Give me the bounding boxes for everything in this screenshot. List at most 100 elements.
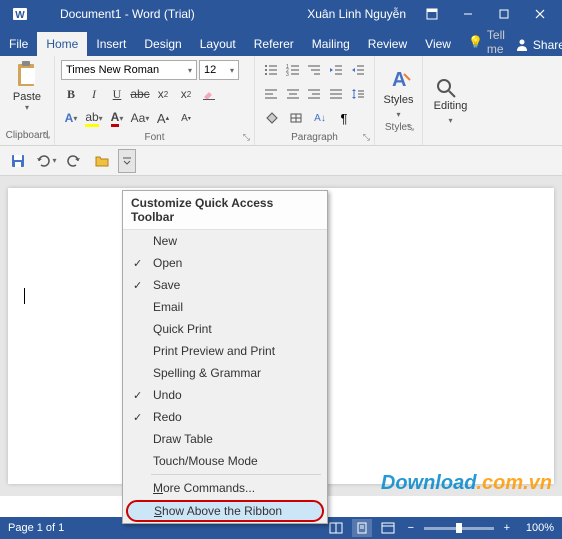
web-layout-icon[interactable]	[378, 519, 398, 537]
editing-group: Editing ▾	[423, 56, 478, 145]
user-name[interactable]: Xuân Linh Nguyễn	[307, 7, 406, 21]
align-left-button[interactable]	[261, 84, 281, 104]
clear-formatting-button[interactable]	[199, 84, 219, 104]
styles-launcher-icon[interactable]: ⤡	[407, 122, 414, 133]
qat-menu-redo[interactable]: Redo	[123, 406, 327, 428]
show-hide-button[interactable]: ¶	[333, 108, 355, 128]
grow-font-button[interactable]: A▴	[153, 108, 173, 128]
bold-button[interactable]: B	[61, 84, 81, 104]
clipboard-group-label: Clipboard⤡	[6, 128, 48, 143]
qat-menu-undo[interactable]: Undo	[123, 384, 327, 406]
align-center-button[interactable]	[283, 84, 303, 104]
tab-design[interactable]: Design	[135, 32, 190, 56]
title-bar: W Document1 - Word (Trial) Xuân Linh Ngu…	[0, 0, 562, 28]
page-indicator[interactable]: Page 1 of 1	[8, 522, 64, 534]
qat-open-button[interactable]	[90, 149, 114, 173]
decrease-indent-button[interactable]	[326, 60, 346, 80]
editing-button[interactable]: Editing ▾	[434, 76, 468, 126]
styles-button[interactable]: A Styles ▾	[384, 66, 414, 120]
document-title: Document1 - Word (Trial)	[60, 7, 195, 21]
qat-save-button[interactable]	[6, 149, 30, 173]
clipboard-group: Paste ▾ Clipboard⤡	[0, 56, 55, 145]
qat-menu-open[interactable]: Open	[123, 252, 327, 274]
tab-file[interactable]: File	[0, 32, 37, 56]
underline-button[interactable]: U	[107, 84, 127, 104]
ribbon: Paste ▾ Clipboard⤡ Times New Roman▾ 12▾ …	[0, 56, 562, 146]
zoom-out-button[interactable]: −	[404, 522, 418, 534]
minimize-button[interactable]	[450, 0, 486, 28]
svg-text:W: W	[15, 10, 25, 21]
qat-menu-spelling[interactable]: Spelling & Grammar	[123, 362, 327, 384]
tab-home[interactable]: Home	[37, 32, 87, 56]
shading-button[interactable]	[261, 108, 283, 128]
tab-mailings[interactable]: Mailing	[303, 32, 359, 56]
tab-layout[interactable]: Layout	[191, 32, 245, 56]
tell-me-search[interactable]: 💡 Tell me	[468, 28, 505, 56]
italic-button[interactable]: I	[84, 84, 104, 104]
share-button[interactable]: Share	[505, 34, 562, 56]
qat-customize-menu: Customize Quick Access Toolbar New Open …	[122, 190, 328, 524]
font-group-label: Font⤡	[61, 130, 248, 145]
maximize-button[interactable]	[486, 0, 522, 28]
ribbon-display-options-icon[interactable]	[414, 0, 450, 28]
qat-menu-more-commands[interactable]: More Commands...	[123, 477, 327, 499]
line-spacing-button[interactable]	[348, 84, 368, 104]
print-layout-icon[interactable]	[352, 519, 372, 537]
zoom-in-button[interactable]: +	[500, 522, 514, 534]
text-cursor	[24, 288, 25, 304]
qat-customize-button[interactable]	[118, 149, 136, 173]
shrink-font-button[interactable]: A▾	[176, 108, 196, 128]
read-mode-icon[interactable]	[326, 519, 346, 537]
zoom-level[interactable]: 100%	[526, 522, 554, 534]
font-size-combo[interactable]: 12▾	[199, 60, 239, 80]
change-case-button[interactable]: Aa▾	[130, 108, 150, 128]
tab-insert[interactable]: Insert	[87, 32, 135, 56]
align-right-button[interactable]	[305, 84, 325, 104]
styles-group: A Styles ▾ Styles⤡	[375, 56, 423, 145]
close-button[interactable]	[522, 0, 558, 28]
strikethrough-button[interactable]: abc	[130, 84, 150, 104]
font-name-combo[interactable]: Times New Roman▾	[61, 60, 197, 80]
text-effects-button[interactable]: A▾	[61, 108, 81, 128]
borders-button[interactable]	[285, 108, 307, 128]
increase-indent-button[interactable]	[348, 60, 368, 80]
highlight-button[interactable]: ab▾	[84, 108, 104, 128]
qat-menu-save[interactable]: Save	[123, 274, 327, 296]
paragraph-group: 123 A↓ ¶ Paragraph⤡	[255, 56, 375, 145]
justify-button[interactable]	[326, 84, 346, 104]
superscript-button[interactable]: x2	[176, 84, 196, 104]
paste-label: Paste	[13, 91, 41, 103]
qat-menu-show-above[interactable]: Show Above the Ribbon	[126, 500, 324, 522]
qat-redo-button[interactable]	[62, 149, 86, 173]
multilevel-list-button[interactable]	[305, 60, 325, 80]
qat-menu-touch-mode[interactable]: Touch/Mouse Mode	[123, 450, 327, 472]
tab-view[interactable]: View	[416, 32, 460, 56]
qat-menu-draw-table[interactable]: Draw Table	[123, 428, 327, 450]
zoom-slider[interactable]	[424, 527, 494, 530]
lightbulb-icon: 💡	[468, 35, 483, 49]
subscript-button[interactable]: x2	[153, 84, 173, 104]
paragraph-launcher-icon[interactable]: ⤡	[363, 132, 370, 143]
bullets-button[interactable]	[261, 60, 281, 80]
ribbon-tabs: File Home Insert Design Layout Referer M…	[0, 28, 562, 56]
paste-dropdown-icon: ▾	[25, 103, 29, 112]
qat-menu-new[interactable]: New	[123, 230, 327, 252]
watermark-logo: Download.com.vn	[381, 472, 552, 495]
tab-review[interactable]: Review	[359, 32, 416, 56]
clipboard-launcher-icon[interactable]: ⤡	[43, 130, 50, 141]
font-group: Times New Roman▾ 12▾ B I U abc x2 x2 A▾ …	[55, 56, 255, 145]
qat-menu-email[interactable]: Email	[123, 296, 327, 318]
zoom-slider-thumb[interactable]	[456, 523, 462, 533]
font-color-button[interactable]: A▾	[107, 108, 127, 128]
svg-text:3: 3	[286, 72, 289, 76]
font-launcher-icon[interactable]: ⤡	[243, 132, 250, 143]
paste-button[interactable]: Paste ▾	[6, 58, 48, 114]
qat-menu-print-preview[interactable]: Print Preview and Print	[123, 340, 327, 362]
qat-menu-header: Customize Quick Access Toolbar	[123, 191, 327, 230]
sort-button[interactable]: A↓	[309, 108, 331, 128]
qat-undo-button[interactable]: ▾	[34, 149, 58, 173]
tab-references[interactable]: Referer	[245, 32, 303, 56]
numbering-button[interactable]: 123	[283, 60, 303, 80]
qat-menu-quick-print[interactable]: Quick Print	[123, 318, 327, 340]
word-app-icon: W	[10, 4, 30, 24]
